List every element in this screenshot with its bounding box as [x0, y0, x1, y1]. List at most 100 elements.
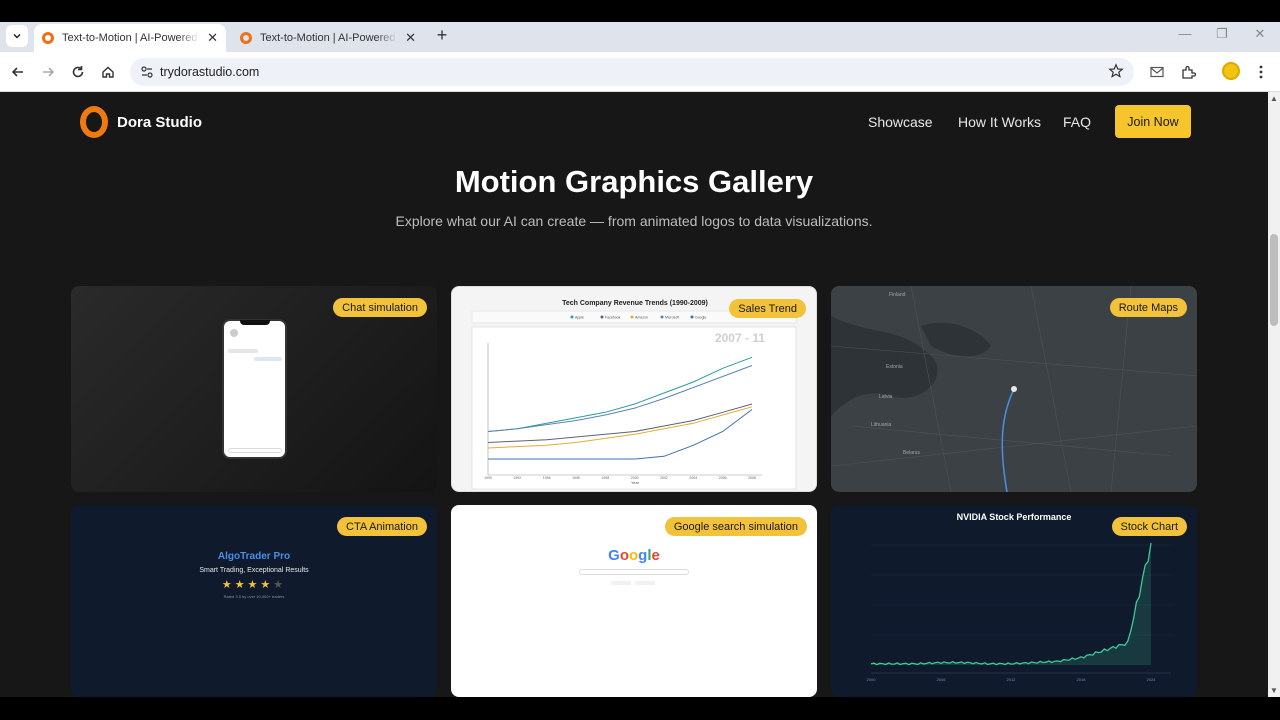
tab-strip: Text-to-Motion | AI-Powered Motion Graph… — [0, 22, 1280, 52]
page-scrollbar[interactable]: ▲ ▼ — [1268, 92, 1280, 697]
nav-showcase[interactable]: Showcase — [868, 114, 933, 130]
phone-mockup — [222, 319, 287, 459]
phone-notch — [240, 320, 270, 325]
place-label: Latvia — [879, 394, 893, 400]
dora-logo-icon — [80, 106, 108, 138]
url-text[interactable]: trydorastudio.com — [160, 65, 259, 79]
card-badge: CTA Animation — [337, 517, 427, 536]
chat-bubble — [228, 349, 258, 353]
join-now-button[interactable]: Join Now — [1115, 105, 1191, 138]
google-logo: Google — [608, 547, 660, 564]
legend-label: Google — [695, 316, 706, 320]
google-search-box — [579, 569, 689, 575]
legend-swatch — [600, 315, 604, 319]
x-tick-label: 2004 — [689, 476, 697, 480]
close-tab-icon[interactable]: ✕ — [207, 30, 218, 46]
x-tick-label: 2006 — [937, 677, 947, 682]
scroll-thumb[interactable] — [1270, 234, 1278, 326]
place-label: Belarus — [903, 450, 920, 456]
more-menu-icon[interactable] — [1251, 62, 1271, 82]
page-title: Motion Graphics Gallery — [454, 164, 814, 199]
tab-search-button[interactable] — [6, 25, 28, 47]
browser-tab-active[interactable]: Text-to-Motion | AI-Powered Motion Graph… — [34, 24, 226, 52]
x-tick-label: 1992 — [513, 476, 521, 480]
site-favicon-icon — [42, 32, 54, 44]
route-marker-icon — [1011, 386, 1017, 392]
brand-name: Dora Studio — [117, 113, 202, 131]
lake-area — [921, 322, 991, 357]
back-icon[interactable] — [8, 62, 28, 82]
reload-icon[interactable] — [68, 62, 88, 82]
nav-faq[interactable]: FAQ — [1063, 114, 1091, 130]
close-tab-icon[interactable]: ✕ — [405, 30, 416, 46]
extensions-icon[interactable] — [1178, 62, 1198, 82]
site-logo[interactable]: Dora Studio — [80, 106, 202, 138]
chat-input — [228, 448, 282, 453]
nav-how-it-works[interactable]: How It Works — [958, 114, 1041, 130]
gallery-card-route-maps[interactable]: Finland Estonia Latvia Lithuania Belarus… — [831, 286, 1197, 492]
gallery-card-sales-trend[interactable]: Tech Company Revenue Trends (1990-2009) … — [451, 286, 817, 492]
restore-icon[interactable]: ❐ — [1212, 26, 1232, 42]
place-label: Finland — [889, 292, 906, 298]
gallery-card-chat[interactable]: Chat simulation — [71, 286, 437, 492]
x-tick-label: 2024 — [1147, 677, 1157, 682]
card-badge: Stock Chart — [1111, 517, 1187, 536]
new-tab-button[interactable]: + — [432, 25, 452, 46]
cta-product-name: AlgoTrader Pro — [217, 551, 291, 562]
google-lucky-button — [635, 581, 655, 585]
scroll-down-icon[interactable]: ▼ — [1270, 686, 1278, 695]
chat-avatar — [230, 329, 238, 337]
gallery-card-stock-chart[interactable]: NVIDIA Stock Performance 2000 2006 2012 201… — [831, 505, 1197, 697]
gallery-card-cta[interactable]: AlgoTrader Pro Smart Trading, Exceptiona… — [71, 505, 437, 697]
place-label: Lithuania — [871, 422, 892, 428]
x-tick-label: 2000 — [867, 677, 877, 682]
mail-icon[interactable] — [1147, 62, 1167, 82]
x-tick-label: 2002 — [660, 476, 668, 480]
legend-label: Amazon — [635, 316, 648, 320]
tab-title: Text-to-Motion | AI-Powered Motion Graph… — [260, 32, 397, 44]
address-bar[interactable]: trydorastudio.com — [130, 58, 1134, 86]
scroll-up-icon[interactable]: ▲ — [1270, 94, 1278, 103]
sea-area — [831, 316, 938, 416]
browser-tab[interactable]: Text-to-Motion | AI-Powered Motion Graph… — [232, 24, 424, 52]
site-favicon-icon — [240, 32, 252, 44]
x-tick-label: 2008 — [748, 476, 756, 480]
page-subtitle: Explore what our AI can create — from an… — [395, 213, 873, 229]
close-window-icon[interactable]: ✕ — [1250, 26, 1270, 42]
gallery-card-google[interactable]: Google Google search simulation — [451, 505, 817, 697]
x-tick-label: 1990 — [484, 476, 492, 480]
web-page: Dora Studio Showcase How It Works FAQ Jo… — [0, 92, 1268, 697]
card-badge: Chat simulation — [333, 298, 427, 317]
cta-tagline: Smart Trading, Exceptional Results — [199, 567, 309, 574]
place-label: Estonia — [886, 364, 903, 370]
profile-avatar[interactable] — [1222, 62, 1240, 80]
legend-label: Apple — [575, 316, 584, 320]
chart-year-overlay: 2007 - 11 — [715, 331, 765, 345]
legend-swatch — [690, 315, 694, 319]
bookmark-star-icon[interactable] — [1108, 63, 1124, 82]
x-tick-label: 2012 — [1007, 677, 1017, 682]
legend-swatch — [570, 315, 574, 319]
home-icon[interactable] — [98, 62, 118, 82]
card-badge: Route Maps — [1109, 298, 1187, 317]
chevron-down-icon — [13, 33, 21, 39]
x-tick-label: 1998 — [601, 476, 609, 480]
minimize-icon[interactable]: — — [1175, 26, 1195, 41]
legend-label: Facebook — [605, 316, 621, 320]
tab-title: Text-to-Motion | AI-Powered Motion Graph… — [62, 32, 199, 44]
card-badge: Sales Trend — [729, 299, 806, 318]
chat-bubble — [254, 357, 282, 361]
screen: Text-to-Motion | AI-Powered Motion Graph… — [0, 0, 1280, 720]
forward-icon[interactable] — [38, 62, 58, 82]
site-info-icon[interactable] — [140, 65, 154, 82]
google-search-button — [611, 581, 631, 585]
x-axis-label: Year — [631, 480, 640, 485]
browser-toolbar: trydorastudio.com — [0, 52, 1280, 92]
x-tick-label: 2018 — [1077, 677, 1087, 682]
legend-label: Microsoft — [665, 316, 679, 320]
rating-stars-icon: ★★★★★ — [221, 579, 287, 591]
stock-area-fill — [871, 543, 1151, 665]
x-tick-label: 2006 — [719, 476, 727, 480]
x-tick-label: 1996 — [572, 476, 580, 480]
x-tick-label: 1994 — [543, 476, 551, 480]
